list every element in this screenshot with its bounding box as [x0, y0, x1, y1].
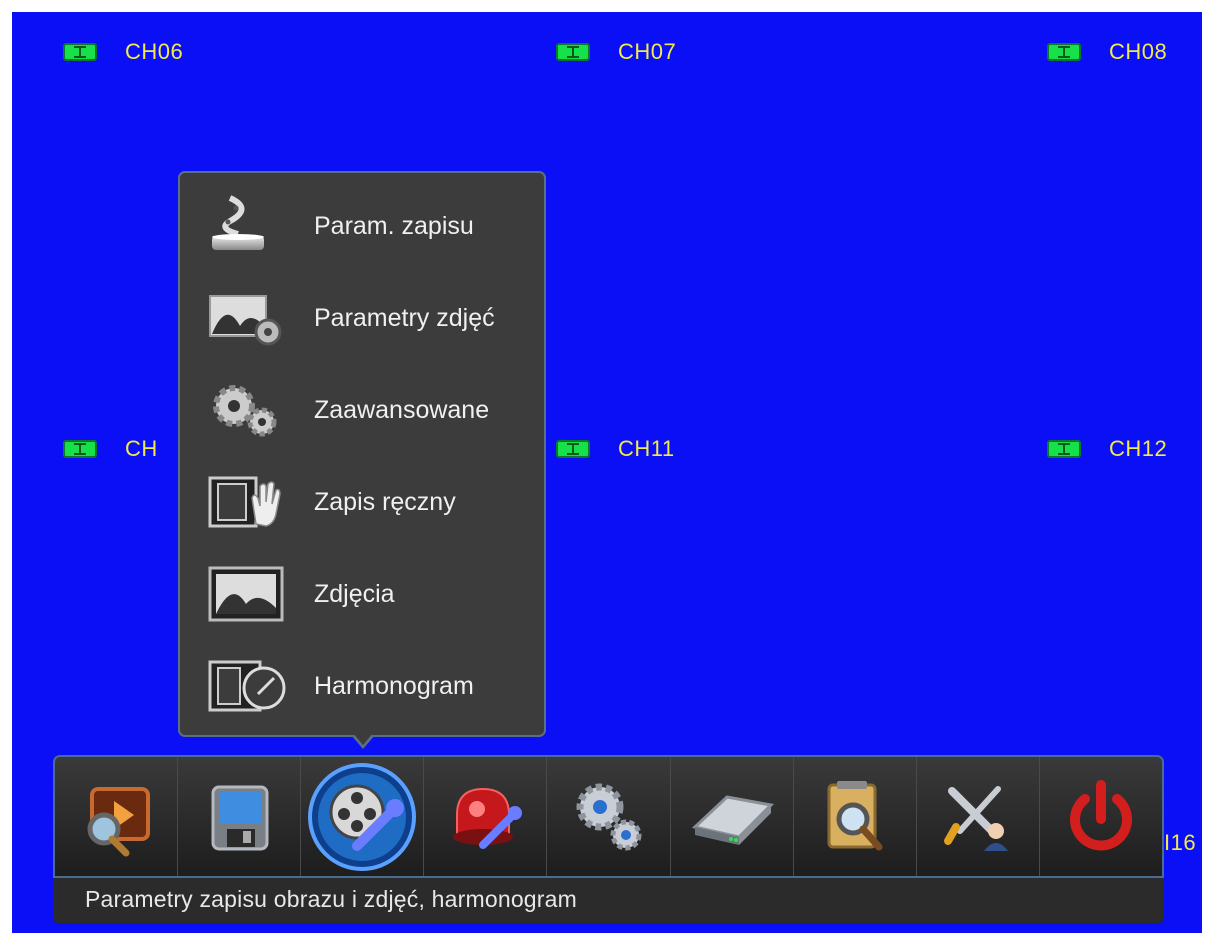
record-indicator-icon — [63, 43, 97, 61]
image-settings-icon — [206, 286, 288, 350]
hard-drive-icon — [691, 794, 774, 845]
menu-item-label: Zapis ręczny — [314, 487, 456, 516]
playback-search-icon — [87, 786, 151, 856]
toolbar-maintenance-button[interactable] — [917, 757, 1040, 876]
channel-11: CH11 — [556, 436, 675, 462]
toolbar-record-settings-button[interactable] — [301, 757, 425, 876]
menu-item-snapshots[interactable]: Zdjęcia — [206, 559, 536, 629]
channel-label: CH07 — [618, 39, 677, 64]
channel-label: I16 — [1164, 830, 1197, 855]
notepad-magnifier-icon — [827, 780, 883, 850]
tools-user-icon — [943, 785, 1008, 851]
channel-label: CH — [125, 436, 158, 461]
toolbar-log-button[interactable] — [794, 757, 917, 876]
snapshot-icon — [206, 562, 288, 626]
channel-12: CH12 — [1047, 436, 1167, 462]
status-text: Parametry zapisu obrazu i zdjęć, harmono… — [85, 886, 578, 912]
menu-item-label: Zaawansowane — [314, 395, 490, 424]
record-indicator-icon — [1047, 440, 1081, 458]
record-indicator-icon — [1047, 43, 1081, 61]
channel-label: CH06 — [125, 39, 184, 64]
channel-16: I16 — [1164, 830, 1196, 856]
alarm-light-wrench-icon — [453, 787, 523, 849]
popup-pointer — [351, 733, 375, 749]
main-toolbar — [53, 755, 1164, 876]
channel-08: CH08 — [1047, 39, 1167, 65]
film-reel-wrench-icon — [308, 762, 417, 871]
toolbar-hdd-button[interactable] — [671, 757, 794, 876]
record-indicator-icon — [556, 440, 590, 458]
menu-item-label: Param. zapisu — [314, 211, 474, 240]
menu-item-schedule[interactable]: Harmonogram — [206, 651, 536, 721]
menu-item-advanced[interactable]: Zaawansowane — [206, 375, 536, 445]
gears-icon — [206, 378, 288, 442]
toolbar-backup-button[interactable] — [178, 757, 302, 876]
channel-label: CH11 — [618, 436, 675, 461]
channel-label: CH12 — [1109, 436, 1168, 461]
schedule-icon — [206, 654, 288, 718]
channel-07: CH07 — [556, 39, 676, 65]
menu-item-label: Zdjęcia — [314, 579, 395, 608]
menu-item-record-params[interactable]: Param. zapisu — [206, 191, 536, 261]
record-indicator-icon — [556, 43, 590, 61]
record-param-icon — [206, 194, 288, 258]
menu-item-manual-record[interactable]: Zapis ręczny — [206, 467, 536, 537]
record-submenu: Param. zapisu Parametry zdjęć Zaawansowa… — [178, 171, 546, 737]
channel-label: CH08 — [1109, 39, 1168, 64]
toolbar-system-settings-button[interactable] — [547, 757, 671, 876]
power-icon — [1069, 779, 1132, 850]
channel-06: CH06 — [63, 39, 183, 65]
gears-icon — [576, 783, 642, 850]
record-indicator-icon — [63, 440, 97, 458]
status-bar: Parametry zapisu obrazu i zdjęć, harmono… — [53, 876, 1164, 923]
menu-item-image-params[interactable]: Parametry zdjęć — [206, 283, 536, 353]
floppy-disk-icon — [211, 785, 269, 850]
toolbar-playback-search-button[interactable] — [55, 757, 179, 876]
channel-10: CH — [63, 436, 158, 462]
toolbar-alarm-settings-button[interactable] — [424, 757, 548, 876]
toolbar-shutdown-button[interactable] — [1040, 757, 1162, 876]
menu-item-label: Harmonogram — [314, 671, 474, 700]
manual-record-icon — [206, 470, 288, 534]
menu-item-label: Parametry zdjęć — [314, 303, 495, 332]
